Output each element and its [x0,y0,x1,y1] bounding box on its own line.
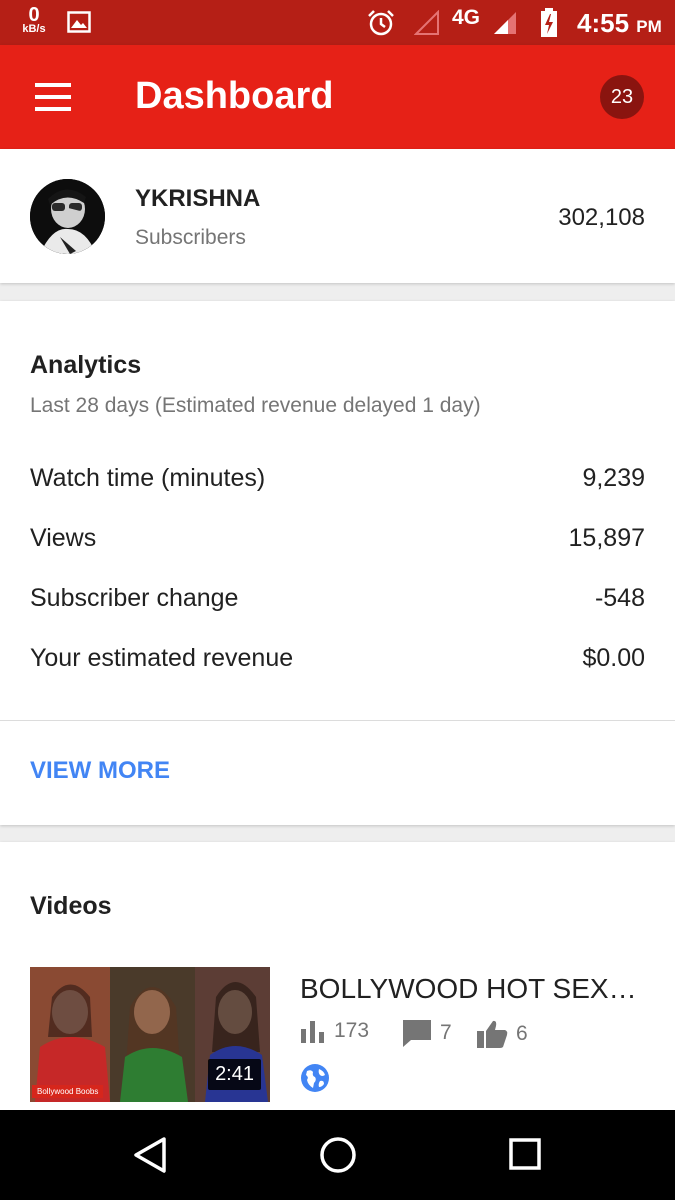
signal-sim2-icon [492,10,518,41]
signal-sim1-icon [413,9,440,41]
back-icon[interactable] [133,1136,167,1179]
subscribers-label: Subscribers [135,226,246,249]
metric-row-revenue: Your estimated revenue $0.00 [30,638,645,678]
notification-badge[interactable]: 23 [600,75,644,119]
metric-value: 15,897 [568,524,645,552]
comment-icon [403,1020,431,1047]
video-thumbnail[interactable]: Bollywood Boobs 2:41 [30,967,270,1102]
videos-card: Videos Bollywood Boobs 2:41 BOLLYWOOD HO… [0,842,675,1110]
thumbs-up-icon [477,1020,508,1048]
metric-label: Watch time (minutes) [30,464,266,492]
video-list-item[interactable]: Bollywood Boobs 2:41 BOLLYWOOD HOT SEXY.… [30,967,645,1103]
metric-row-subscriber-change: Subscriber change -548 [30,578,645,618]
metric-row-watch-time: Watch time (minutes) 9,239 [30,458,645,498]
home-icon[interactable] [319,1136,357,1179]
network-speed: 0 kB/s [18,5,50,35]
comments-count: 7 [440,1021,452,1044]
status-bar: 0 kB/s 4G 4:55 PM [0,0,675,45]
clock: 4:55 PM [577,8,662,39]
views-stat: 173 [300,1019,370,1044]
bar-chart-icon [301,1021,324,1044]
analytics-card: Analytics Last 28 days (Estimated revenu… [0,301,675,825]
channel-name: YKRISHNA [135,185,261,212]
network-speed-unit: kB/s [22,23,46,35]
likes-count: 6 [516,1022,528,1045]
network-type: 4G [452,6,481,29]
comments-stat: 7 [402,1019,452,1047]
gallery-icon [67,11,91,38]
metric-row-views: Views 15,897 [30,518,645,558]
channel-card: YKRISHNA Subscribers 302,108 [0,149,675,283]
video-title: BOLLYWOOD HOT SEXY... [300,973,645,1004]
page-title: Dashboard [135,75,334,117]
network-speed-value: 0 [28,4,40,26]
likes-stat: 6 [476,1019,528,1049]
clock-time: 4:55 [577,8,630,38]
navigation-bar [0,1110,675,1200]
video-duration: 2:41 [208,1059,261,1090]
globe-icon [300,1063,330,1098]
metric-label: Your estimated revenue [30,644,294,672]
metric-value: -548 [594,584,645,612]
view-more-button[interactable]: VIEW MORE [30,757,170,785]
avatar[interactable] [30,179,105,254]
thumbnail-caption: Bollywood Boobs [32,1085,104,1098]
clock-ampm: PM [636,17,662,36]
videos-title: Videos [30,892,112,920]
metric-value: 9,239 [582,464,645,492]
views-count: 173 [334,1019,370,1043]
app-bar: Dashboard 23 [0,45,675,149]
metric-value: $0.00 [582,644,645,672]
recents-icon[interactable] [508,1136,542,1179]
battery-charging-icon [540,8,558,43]
analytics-title: Analytics [30,351,142,379]
metric-label: Subscriber change [30,584,239,612]
divider [0,720,675,721]
analytics-subtitle: Last 28 days (Estimated revenue delayed … [30,394,481,417]
menu-icon[interactable] [30,79,76,115]
alarm-icon [367,9,395,42]
metric-label: Views [30,524,97,552]
subscribers-count: 302,108 [558,204,645,231]
